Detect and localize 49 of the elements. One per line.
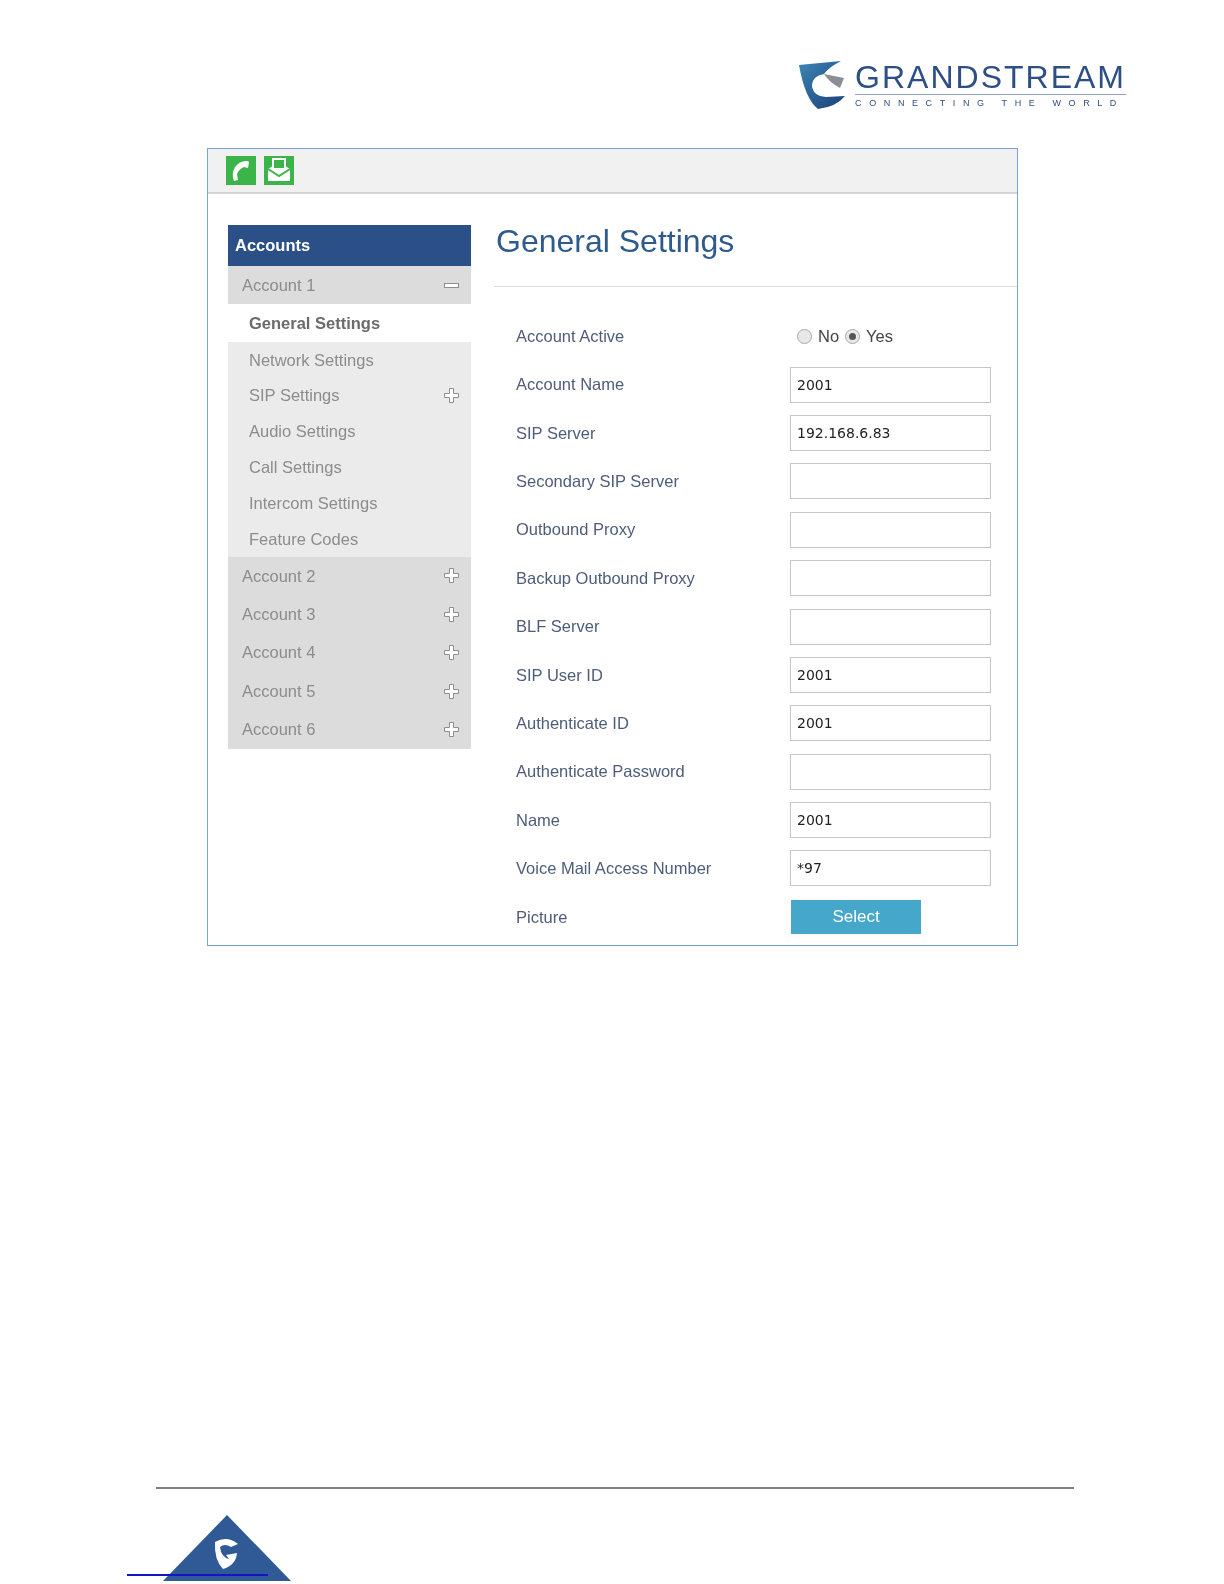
sidebar-item[interactable]: Audio Settings	[228, 413, 471, 450]
sidebar-item[interactable]: Feature Codes	[228, 521, 471, 557]
text-field[interactable]	[790, 463, 991, 500]
text-field[interactable]: 2001	[790, 366, 991, 403]
field-label: Backup Outbound Proxy	[516, 567, 696, 589]
brand-name: GRANDSTREAM	[855, 62, 1126, 91]
mail-icon[interactable]	[264, 156, 294, 185]
text-field[interactable]	[790, 753, 991, 790]
field-label: Outbound Proxy	[516, 519, 637, 541]
field-label: Authenticate ID	[516, 712, 630, 734]
field-label: Account Name	[516, 374, 626, 396]
text-field[interactable]: 2001	[790, 656, 991, 693]
field-label: Name	[516, 809, 561, 831]
text-field[interactable]: 192.168.6.83	[790, 414, 991, 451]
account-item[interactable]: Account 1	[228, 266, 471, 304]
text-field[interactable]: *97	[790, 850, 991, 887]
text-field[interactable]	[790, 511, 991, 548]
sidebar-item[interactable]: Intercom Settings	[228, 485, 471, 521]
sidebar-item[interactable]: SIP Settings	[228, 377, 471, 414]
triangle-logo-icon	[163, 1515, 291, 1581]
field-label: Voice Mail Access Number	[516, 858, 713, 880]
account-item[interactable]: Account 5	[228, 671, 471, 711]
account-item[interactable]: Account 2	[228, 556, 471, 596]
field-label: Picture	[516, 906, 569, 928]
radio-option[interactable]: No	[797, 323, 840, 349]
swoosh-logo-icon	[799, 61, 846, 109]
sidebar-item[interactable]: Call Settings	[228, 449, 471, 486]
text-field[interactable]	[790, 608, 991, 645]
field-label: Secondary SIP Server	[516, 471, 680, 492]
sidebar-item[interactable]: Network Settings	[228, 342, 471, 378]
radio-icon[interactable]	[797, 328, 812, 344]
field-label: Account Active	[516, 325, 626, 347]
text-field[interactable]: 2001	[790, 705, 991, 742]
field-label: BLF Server	[516, 616, 601, 638]
page-title: General Settings	[495, 223, 736, 260]
select-button[interactable]: Select	[791, 899, 921, 934]
radio-option[interactable]: Yes	[845, 323, 893, 349]
account-item[interactable]: Account 3	[228, 595, 471, 634]
account-item[interactable]: Account 6	[228, 710, 471, 749]
field-label: Authenticate Password	[516, 761, 686, 783]
brand-tagline: CONNECTING THE WORLD	[855, 93, 1126, 108]
radio-icon[interactable]	[845, 328, 861, 344]
phone-icon[interactable]	[226, 156, 256, 185]
sidebar-header: Accounts	[228, 225, 471, 266]
field-label: SIP User ID	[516, 664, 604, 686]
field-label: SIP Server	[516, 422, 597, 444]
text-field[interactable]: 2001	[790, 802, 991, 839]
text-field[interactable]	[790, 560, 991, 597]
account-item[interactable]: Account 4	[228, 633, 471, 672]
